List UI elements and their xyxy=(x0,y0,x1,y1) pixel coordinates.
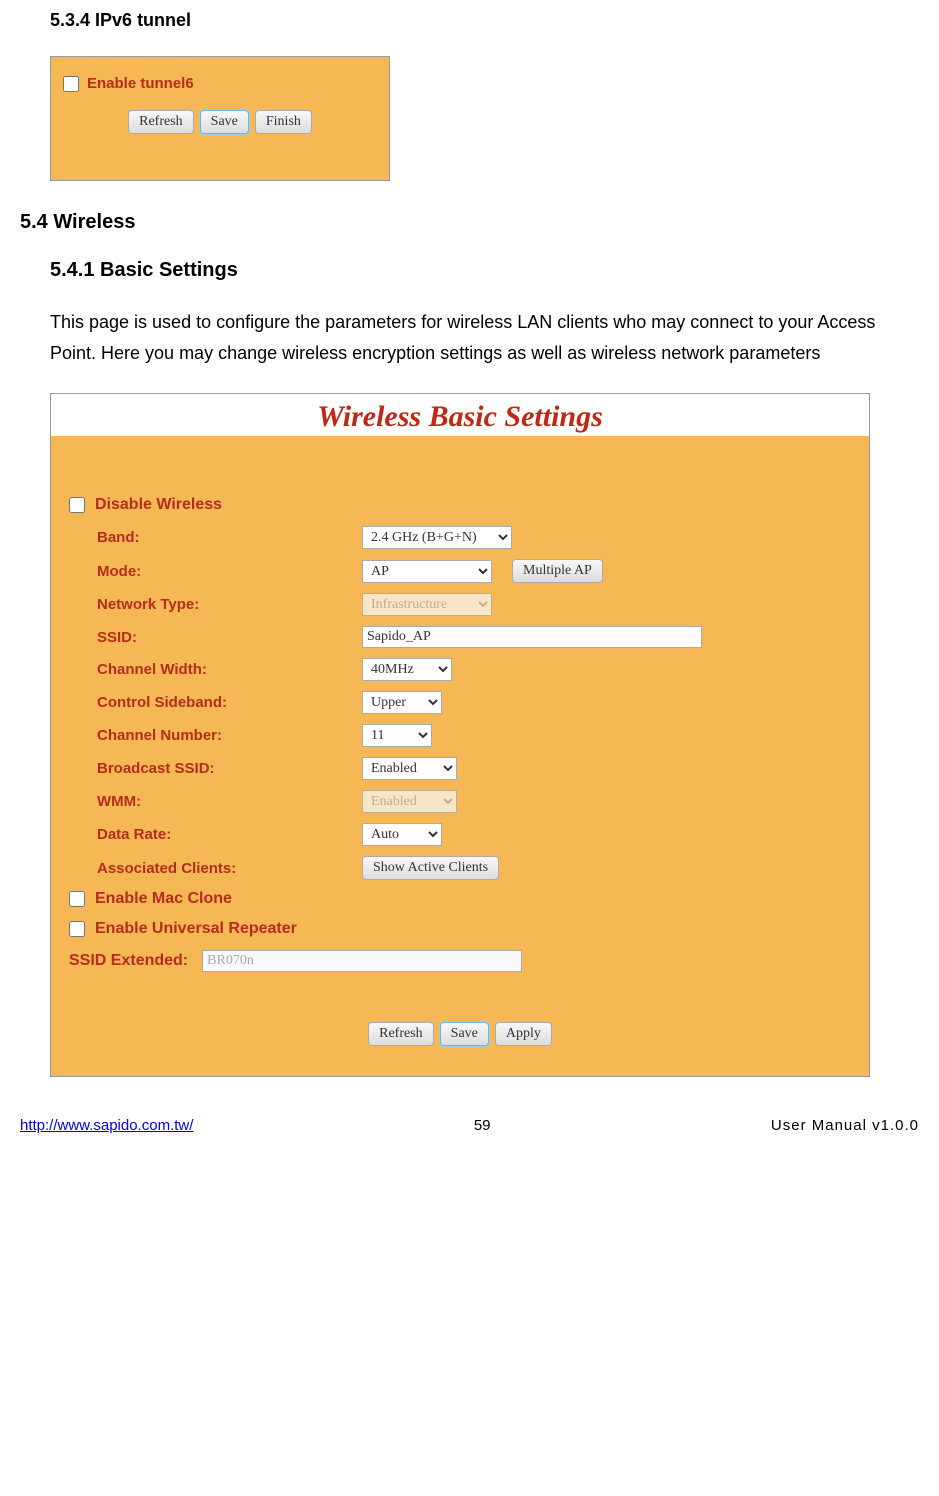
finish-button[interactable]: Finish xyxy=(255,110,312,134)
network-type-select: Infrastructure xyxy=(362,593,492,616)
disable-wireless-checkbox[interactable] xyxy=(69,497,85,513)
band-select[interactable]: 2.4 GHz (B+G+N) xyxy=(362,526,512,549)
title-bar: Wireless Basic Settings xyxy=(51,394,869,436)
wmm-select: Enabled xyxy=(362,790,457,813)
control-sideband-select[interactable]: Upper xyxy=(362,691,442,714)
ssid-extended-input xyxy=(202,950,522,972)
broadcast-ssid-label: Broadcast SSID: xyxy=(97,760,362,777)
footer-url[interactable]: http://www.sapido.com.tw/ xyxy=(20,1117,193,1134)
broadcast-ssid-select[interactable]: Enabled xyxy=(362,757,457,780)
basic-settings-description: This page is used to configure the param… xyxy=(50,307,919,368)
enable-mac-clone-checkbox[interactable] xyxy=(69,891,85,907)
channel-width-label: Channel Width: xyxy=(97,661,362,678)
control-sideband-label: Control Sideband: xyxy=(97,694,362,711)
panel-title: Wireless Basic Settings xyxy=(317,400,603,433)
associated-clients-label: Associated Clients: xyxy=(97,860,362,877)
show-active-clients-button[interactable]: Show Active Clients xyxy=(362,856,499,880)
mode-select[interactable]: AP xyxy=(362,560,492,583)
band-label: Band: xyxy=(97,529,362,546)
enable-universal-repeater-checkbox[interactable] xyxy=(69,921,85,937)
heading-wireless: 5.4 Wireless xyxy=(20,211,919,234)
ssid-input[interactable] xyxy=(362,626,702,648)
enable-tunnel6-checkbox[interactable] xyxy=(63,76,79,92)
apply-button[interactable]: Apply xyxy=(495,1022,552,1046)
screenshot-ipv6-tunnel: Enable tunnel6 Refresh Save Finish xyxy=(50,56,390,181)
channel-number-label: Channel Number: xyxy=(97,727,362,744)
multiple-ap-button[interactable]: Multiple AP xyxy=(512,559,603,583)
screenshot-wireless-basic-settings: Wireless Basic Settings Disable Wireless… xyxy=(50,393,870,1077)
page-number: 59 xyxy=(474,1117,491,1134)
enable-mac-clone-label: Enable Mac Clone xyxy=(95,890,232,908)
channel-number-select[interactable]: 11 xyxy=(362,724,432,747)
version-text: User Manual v1.0.0 xyxy=(771,1117,919,1134)
enable-universal-repeater-label: Enable Universal Repeater xyxy=(95,920,297,938)
page-footer: http://www.sapido.com.tw/ 59 User Manual… xyxy=(20,1117,919,1154)
network-type-label: Network Type: xyxy=(97,596,362,613)
heading-ipv6-tunnel: 5.3.4 IPv6 tunnel xyxy=(50,10,919,31)
wmm-label: WMM: xyxy=(97,793,362,810)
ssid-extended-label: SSID Extended: xyxy=(69,952,188,970)
refresh-button[interactable]: Refresh xyxy=(368,1022,434,1046)
mode-label: Mode: xyxy=(97,563,362,580)
channel-width-select[interactable]: 40MHz xyxy=(362,658,452,681)
data-rate-label: Data Rate: xyxy=(97,826,362,843)
disable-wireless-label: Disable Wireless xyxy=(95,496,222,514)
refresh-button[interactable]: Refresh xyxy=(128,110,194,134)
enable-tunnel6-label: Enable tunnel6 xyxy=(87,75,194,92)
data-rate-select[interactable]: Auto xyxy=(362,823,442,846)
ssid-label: SSID: xyxy=(97,629,362,646)
save-button[interactable]: Save xyxy=(200,110,249,134)
heading-basic-settings: 5.4.1 Basic Settings xyxy=(50,259,919,282)
save-button[interactable]: Save xyxy=(440,1022,489,1046)
